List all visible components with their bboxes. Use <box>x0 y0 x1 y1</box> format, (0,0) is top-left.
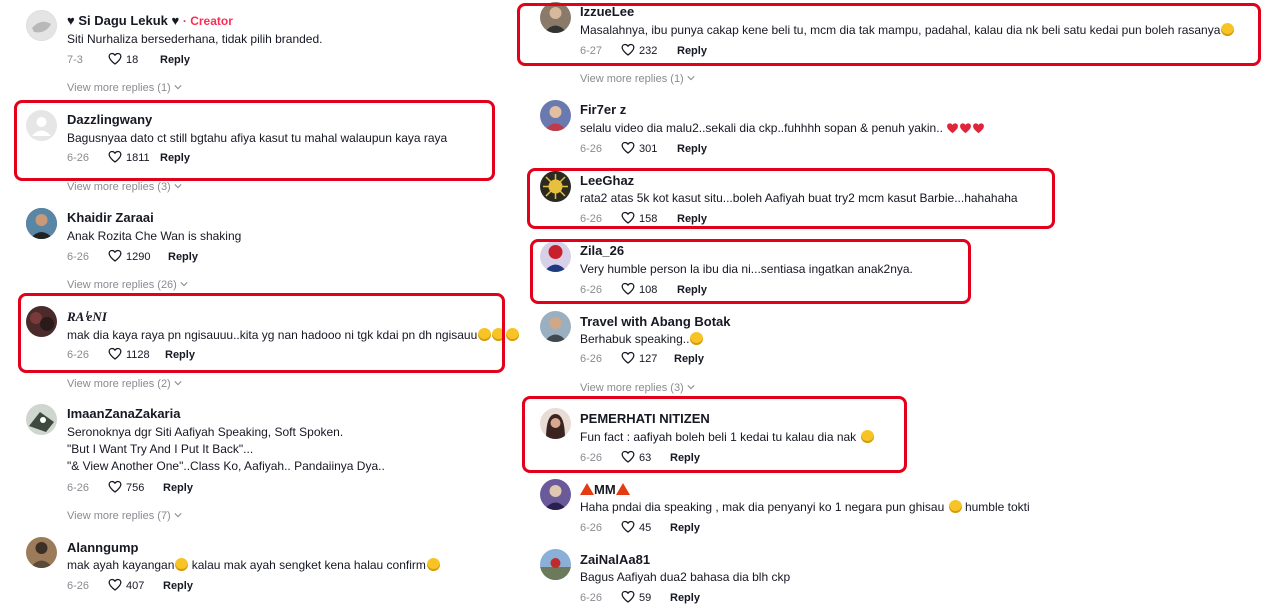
username[interactable]: Travel with Abang Botak <box>580 314 731 330</box>
like-count: 59 <box>639 592 652 604</box>
warning-triangle-icon <box>580 483 594 495</box>
avatar[interactable] <box>540 549 571 580</box>
chevron-down-icon <box>687 384 695 390</box>
like-button[interactable]: 407 <box>108 578 144 594</box>
reply-button[interactable]: Reply <box>670 520 700 536</box>
avatar[interactable] <box>26 404 57 435</box>
like-button[interactable]: 18 <box>108 52 138 68</box>
red-heart-icon <box>946 122 959 134</box>
comment-date: 6-26 <box>67 482 90 494</box>
comment-text: Berhabuk speaking.. <box>580 331 704 347</box>
chevron-down-icon <box>180 281 188 287</box>
like-count: 1290 <box>126 251 151 263</box>
avatar[interactable] <box>540 100 571 131</box>
reply-button[interactable]: Reply <box>677 141 707 157</box>
avatar[interactable] <box>26 208 57 239</box>
reply-button[interactable]: Reply <box>670 590 700 606</box>
chevron-down-icon <box>687 75 695 81</box>
heart-icon <box>108 578 122 591</box>
like-button[interactable]: 1290 <box>108 249 150 265</box>
comment-text: Bagus Aafiyah dua2 bahasa dia blh ckp <box>580 570 791 584</box>
username[interactable]: Alanngump <box>67 540 139 556</box>
comment-text-line: "& View Another One"..Class Ko, Aafiyah.… <box>67 459 385 473</box>
username[interactable]: Fir7er z <box>580 102 626 118</box>
username[interactable]: ImaanZanaZakaria <box>67 406 180 422</box>
heart-icon <box>621 351 635 364</box>
reply-button[interactable]: Reply <box>674 351 704 367</box>
highlight-box <box>527 168 1055 229</box>
like-count: 18 <box>126 54 139 66</box>
comment-date: 6-26 <box>67 251 90 263</box>
comment-text-line: "But I Want Try And I Put It Back"... <box>67 442 254 456</box>
heart-icon <box>108 480 122 493</box>
reply-button[interactable]: Reply <box>163 578 193 594</box>
emoji-icon <box>690 332 704 345</box>
reply-button[interactable]: Reply <box>160 52 190 68</box>
comment-text: selalu video dia malu2..sekali dia ckp..… <box>580 120 985 136</box>
emoji-icon <box>426 558 440 571</box>
like-button[interactable]: 301 <box>621 141 657 157</box>
view-more-replies[interactable]: View more replies (2) <box>67 377 182 391</box>
view-more-replies[interactable]: View more replies (7) <box>67 509 182 523</box>
like-count: 127 <box>639 353 658 365</box>
emoji-icon <box>175 558 189 571</box>
chevron-down-icon <box>174 380 182 386</box>
like-count: 756 <box>126 482 145 494</box>
comment-date: 6-26 <box>580 592 603 604</box>
like-button[interactable]: 756 <box>108 480 144 496</box>
comment-date: 6-26 <box>580 353 603 365</box>
highlight-box <box>517 3 1261 66</box>
comment-text: Anak Rozita Che Wan is shaking <box>67 229 242 243</box>
highlight-box <box>18 293 505 373</box>
highlight-box <box>522 396 907 473</box>
avatar[interactable] <box>540 311 571 342</box>
like-button[interactable]: 45 <box>621 520 651 536</box>
comment-date: 6-26 <box>580 522 603 534</box>
like-count: 407 <box>126 580 145 592</box>
username[interactable]: MM <box>580 482 630 498</box>
like-button[interactable]: 59 <box>621 590 651 606</box>
warning-triangle-icon <box>615 483 630 495</box>
view-more-replies[interactable]: View more replies (3) <box>67 180 182 194</box>
like-count: 45 <box>639 522 652 534</box>
heart-icon <box>621 141 635 154</box>
avatar[interactable] <box>540 479 571 510</box>
comment-date: 6-26 <box>580 143 603 155</box>
like-count: 301 <box>639 143 658 155</box>
comment-text: Haha pndai dia speaking , mak dia penyan… <box>580 500 1030 514</box>
reply-button[interactable]: Reply <box>168 249 198 265</box>
heart-icon <box>108 52 122 65</box>
view-more-replies[interactable]: View more replies (1) <box>67 81 182 95</box>
avatar[interactable] <box>26 537 57 568</box>
username[interactable]: ZaiNalAa81 <box>580 552 650 568</box>
reply-button[interactable]: Reply <box>163 480 193 496</box>
comment-date: 7-3 <box>67 54 83 66</box>
chevron-down-icon <box>174 84 182 90</box>
heart-icon <box>621 520 635 533</box>
comments-column-left: ♥ Si Dagu Lekuk ♥ · Creator Siti Nurhali… <box>0 0 520 600</box>
comment-text: Siti Nurhaliza bersederhana, tidak pilih… <box>67 32 323 46</box>
chevron-down-icon <box>174 512 182 518</box>
highlight-box <box>14 100 495 181</box>
red-heart-icon <box>959 122 972 134</box>
laughing-emoji-icon <box>506 328 520 341</box>
username[interactable]: ♥ Si Dagu Lekuk ♥ · Creator <box>67 13 233 29</box>
view-more-replies[interactable]: View more replies (3) <box>580 381 695 395</box>
comments-column-right: IzzueLee Masalahnya, ibu punya cakap ken… <box>517 0 1280 604</box>
view-more-replies[interactable]: View more replies (1) <box>580 72 695 86</box>
heart-icon <box>621 590 635 603</box>
highlight-box <box>530 239 971 304</box>
red-heart-icon <box>972 122 985 134</box>
comment-date: 6-26 <box>67 580 90 592</box>
view-more-replies[interactable]: View more replies (26) <box>67 278 188 292</box>
avatar[interactable] <box>26 10 57 41</box>
comment-text: mak ayah kayangan kalau mak ayah sengket… <box>67 557 440 573</box>
creator-badge: · Creator <box>182 14 233 28</box>
emoji-icon <box>948 500 962 513</box>
like-button[interactable]: 127 <box>621 351 657 367</box>
comment-text: Seronoknya dgr Siti Aafiyah Speaking, So… <box>67 425 344 439</box>
heart-icon <box>108 249 122 262</box>
username[interactable]: Khaidir Zaraai <box>67 210 154 226</box>
chevron-down-icon <box>174 183 182 189</box>
